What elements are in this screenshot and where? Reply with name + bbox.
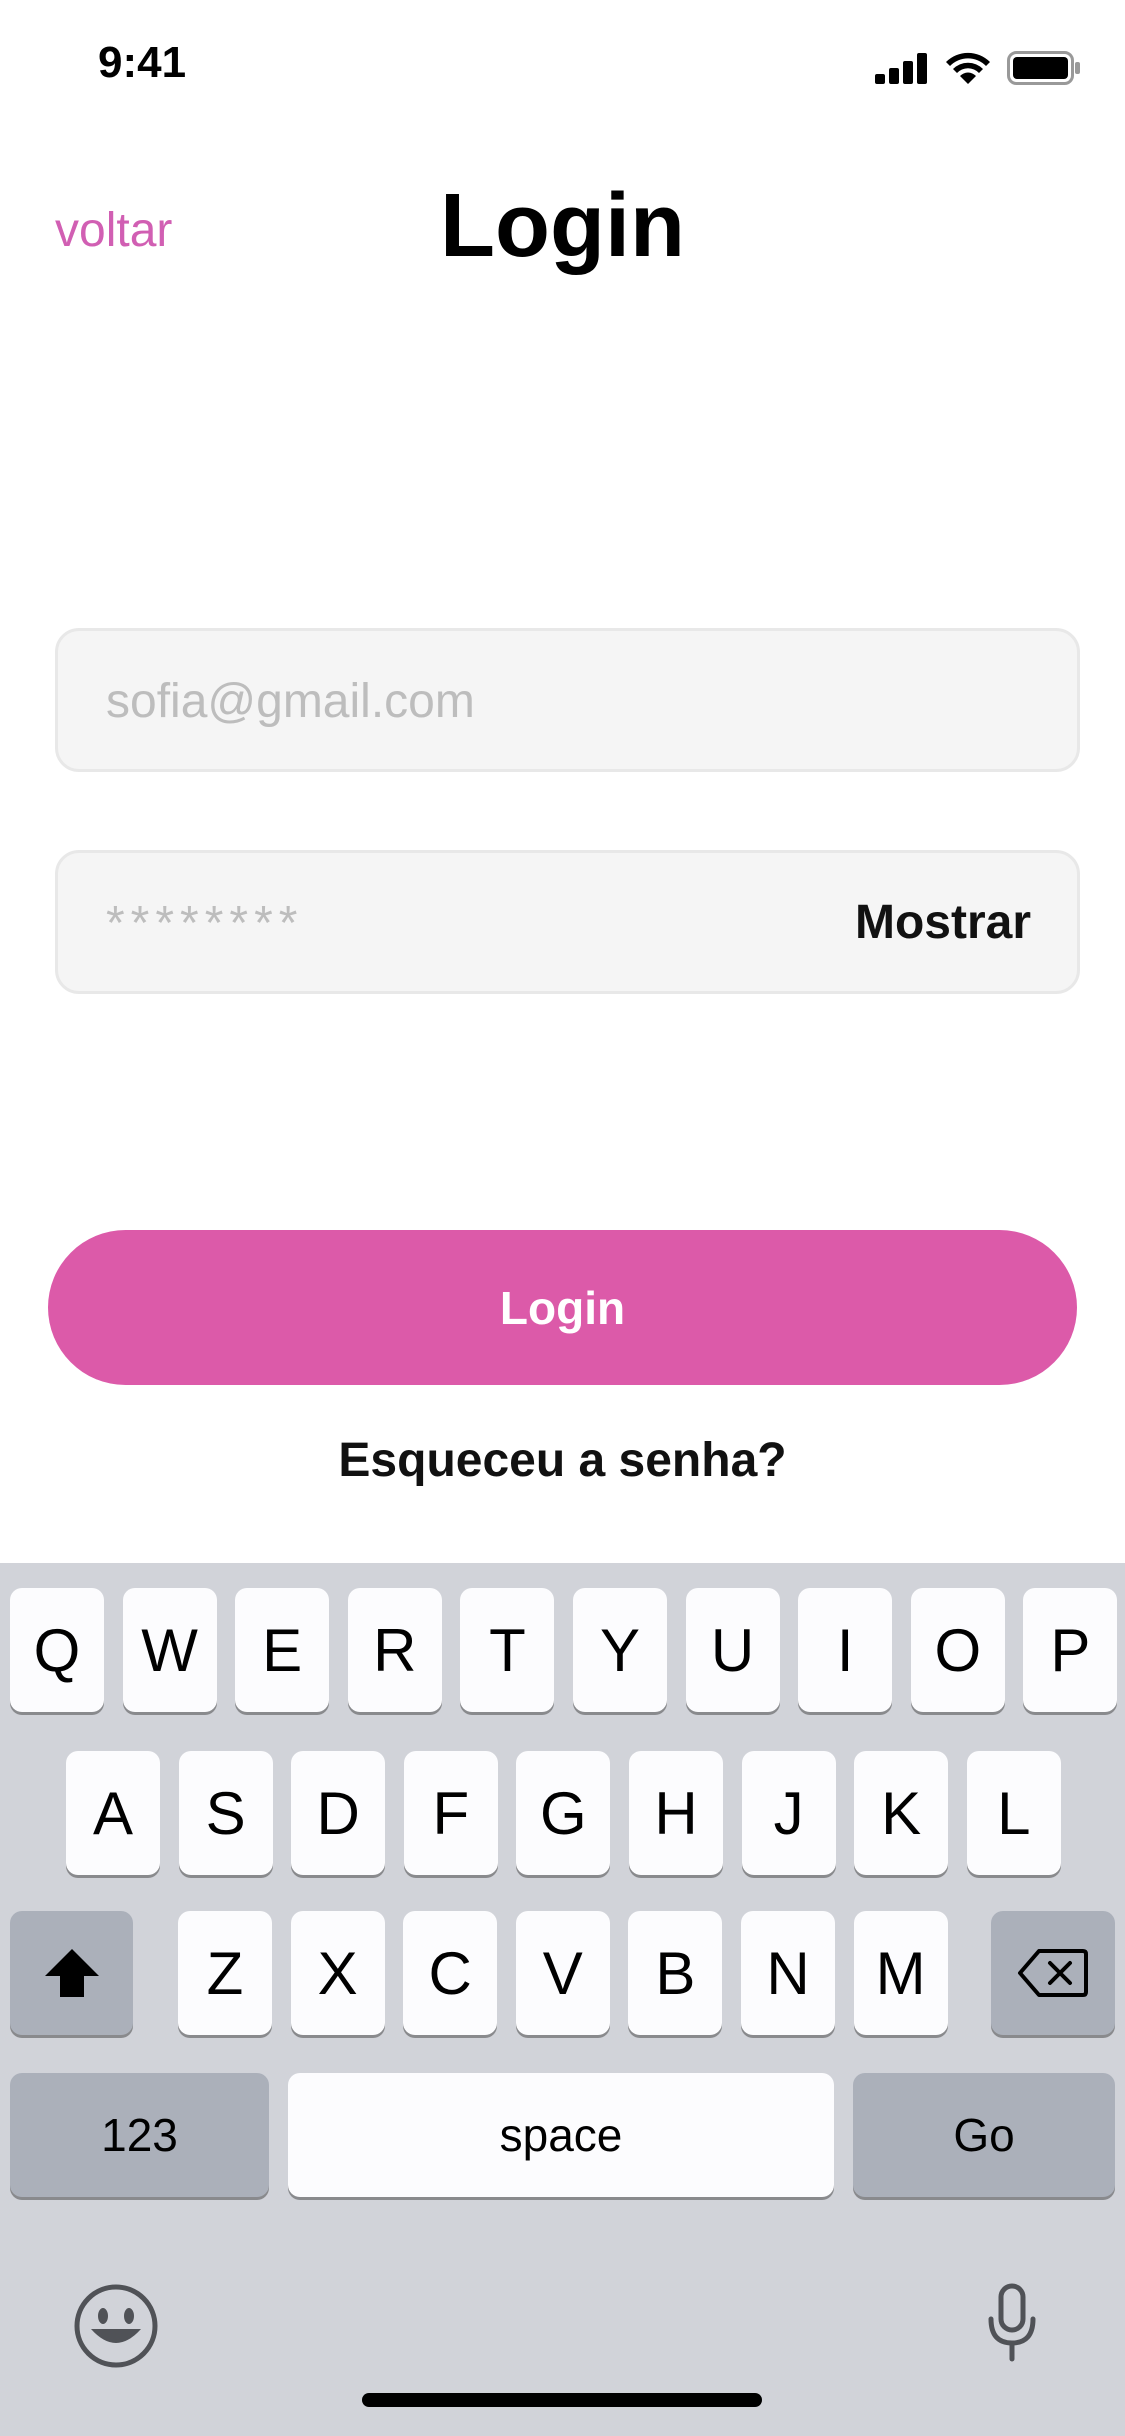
status-icons <box>875 48 1081 88</box>
shift-key[interactable] <box>10 1911 133 2035</box>
key-w[interactable]: W <box>122 1588 217 1712</box>
password-input[interactable] <box>104 853 868 993</box>
key-t[interactable]: T <box>460 1588 555 1712</box>
signal-icon <box>875 53 927 84</box>
email-field[interactable] <box>55 628 1080 772</box>
forgot-password-link[interactable]: Esqueceu a senha? <box>0 1433 1125 1488</box>
key-u[interactable]: U <box>685 1588 780 1712</box>
key-q[interactable]: Q <box>10 1588 104 1712</box>
key-z[interactable]: Z <box>178 1911 272 2035</box>
login-button[interactable]: Login <box>48 1230 1077 1385</box>
show-password-toggle[interactable]: Mostrar <box>855 853 1031 991</box>
key-d[interactable]: D <box>291 1751 386 1875</box>
backspace-key[interactable] <box>991 1911 1115 2035</box>
key-y[interactable]: Y <box>573 1588 667 1712</box>
microphone-icon[interactable] <box>984 2283 1040 2363</box>
page-title: Login <box>440 176 685 276</box>
key-h[interactable]: H <box>629 1751 723 1875</box>
key-p[interactable]: P <box>1023 1588 1118 1712</box>
space-key[interactable]: space <box>288 2073 834 2197</box>
go-key[interactable]: Go <box>853 2073 1115 2197</box>
backspace-icon <box>1018 1949 1088 1997</box>
key-f[interactable]: F <box>403 1751 498 1875</box>
keyboard: QWERTYUIOP ASDFGHJKL ZXCVBNM 123 space G… <box>0 1563 1125 2436</box>
key-o[interactable]: O <box>910 1588 1005 1712</box>
wifi-icon <box>946 52 990 84</box>
key-i[interactable]: I <box>798 1588 893 1712</box>
key-l[interactable]: L <box>966 1751 1061 1875</box>
key-b[interactable]: B <box>628 1911 723 2035</box>
key-n[interactable]: N <box>741 1911 835 2035</box>
key-k[interactable]: K <box>854 1751 949 1875</box>
battery-icon <box>1007 51 1080 85</box>
key-v[interactable]: V <box>515 1911 610 2035</box>
key-x[interactable]: X <box>290 1911 385 2035</box>
numbers-key[interactable]: 123 <box>10 2073 269 2197</box>
emoji-icon[interactable] <box>73 2283 159 2369</box>
shift-icon <box>44 1949 99 1997</box>
email-input[interactable] <box>104 631 868 771</box>
key-c[interactable]: C <box>403 1911 498 2035</box>
status-time: 9:41 <box>98 38 187 87</box>
key-j[interactable]: J <box>741 1751 836 1875</box>
key-g[interactable]: G <box>516 1751 611 1875</box>
home-indicator <box>362 2393 762 2407</box>
key-r[interactable]: R <box>347 1588 442 1712</box>
key-e[interactable]: E <box>235 1588 330 1712</box>
password-field[interactable]: Mostrar <box>55 850 1080 994</box>
key-m[interactable]: M <box>853 1911 948 2035</box>
key-a[interactable]: A <box>66 1751 160 1875</box>
key-s[interactable]: S <box>178 1751 273 1875</box>
